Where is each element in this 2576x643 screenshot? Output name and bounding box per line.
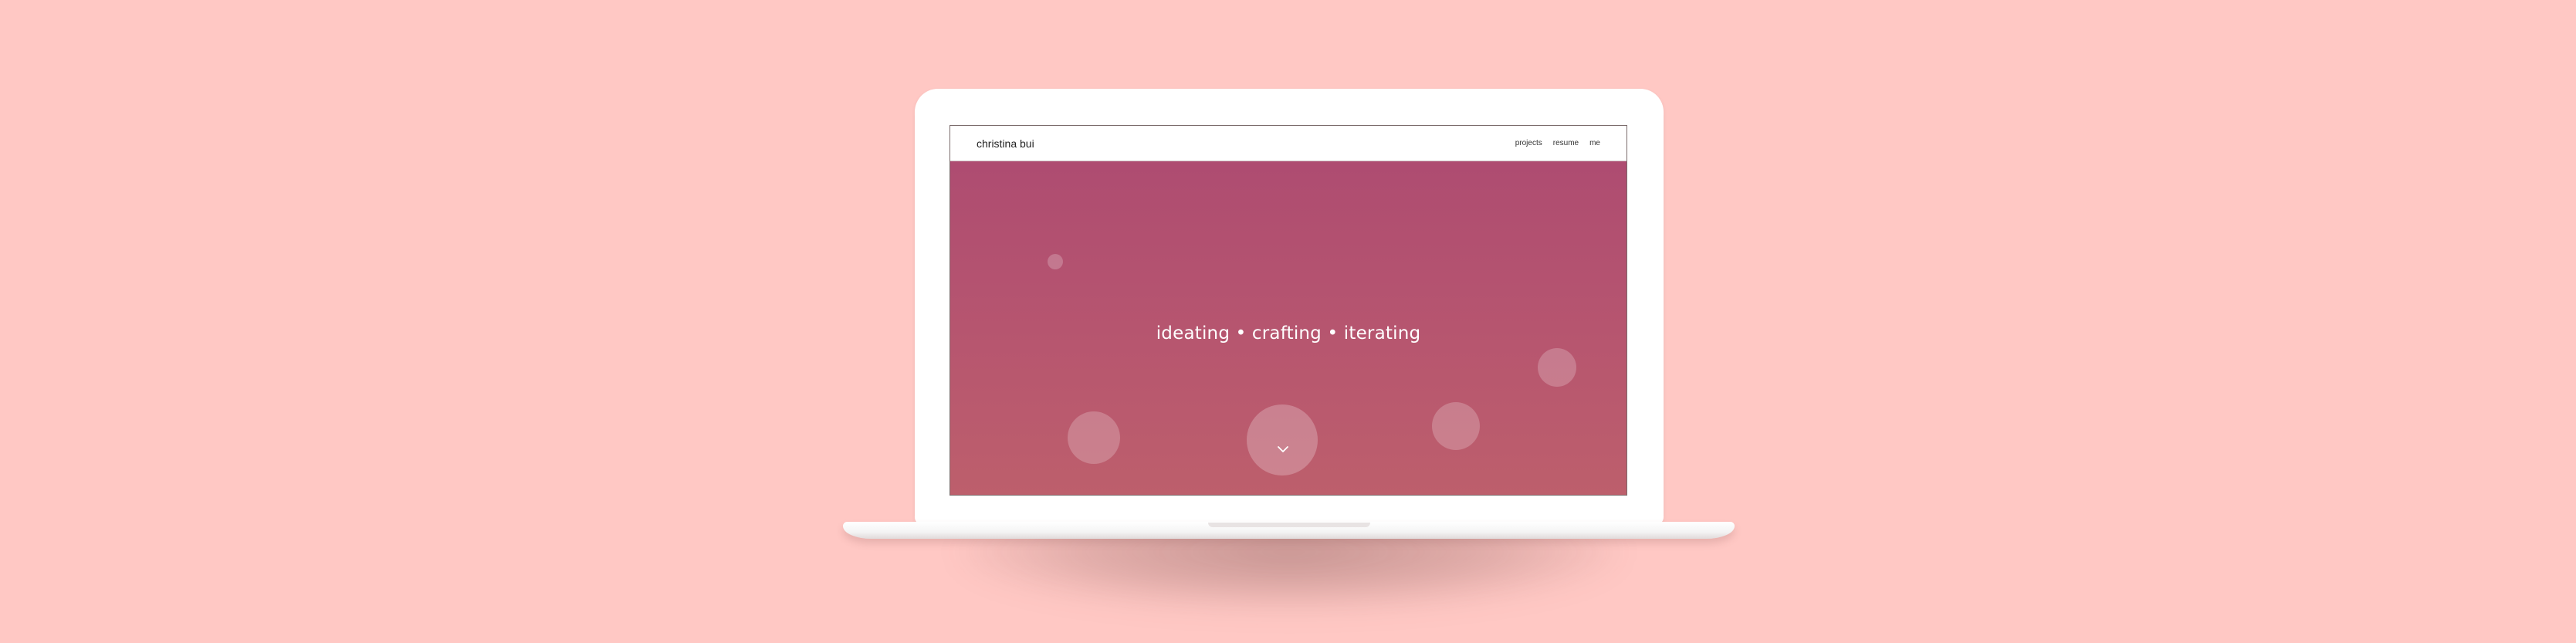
decorative-bubble: [1048, 254, 1063, 269]
nav-link-me[interactable]: me: [1589, 139, 1600, 147]
scroll-down-circle[interactable]: [1247, 404, 1318, 475]
site-navbar: christina bui projects resume me: [950, 126, 1627, 161]
decorative-bubble: [1068, 411, 1120, 464]
decorative-bubble: [1538, 348, 1576, 387]
hero-section: ideating • crafting • iterating: [950, 161, 1627, 495]
laptop-screen: christina bui projects resume me ideatin…: [949, 125, 1627, 496]
hero-tagline: ideating • crafting • iterating: [1156, 323, 1421, 343]
laptop-notch: [1208, 523, 1370, 527]
brand-logo-text[interactable]: christina bui: [977, 137, 1034, 150]
mockup-scene: christina bui projects resume me ideatin…: [0, 0, 2576, 643]
chevron-down-icon[interactable]: [1276, 442, 1290, 456]
decorative-bubble: [1432, 402, 1480, 450]
nav-links: projects resume me: [1515, 139, 1600, 147]
nav-link-resume[interactable]: resume: [1553, 139, 1579, 147]
nav-link-projects[interactable]: projects: [1515, 139, 1542, 147]
